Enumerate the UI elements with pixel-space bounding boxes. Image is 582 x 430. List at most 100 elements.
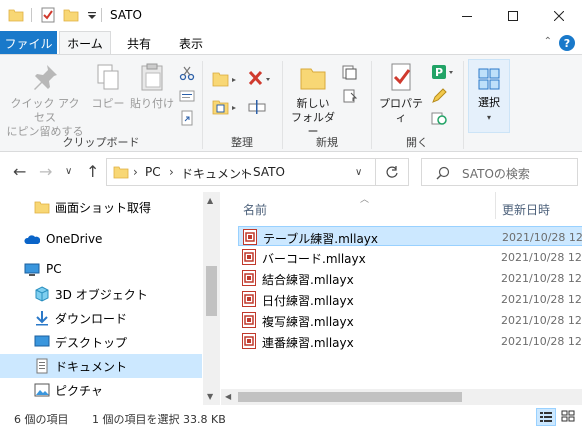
close-button[interactable] <box>536 0 582 31</box>
file-date: 2021/10/28 12:5 <box>502 231 582 244</box>
folder-icon <box>8 9 24 22</box>
new-folder-quick-icon[interactable] <box>63 7 79 23</box>
forward-arrow-icon[interactable]: → <box>39 162 52 181</box>
scroll-down-icon[interactable]: ▼ <box>207 392 213 401</box>
file-name: 複写練習.mllayx <box>262 315 354 329</box>
sidebar-item-downloads[interactable]: ダウンロード <box>0 306 202 330</box>
sidebar-scrollbar-thumb[interactable] <box>206 266 217 316</box>
tab-file[interactable]: ファイル <box>0 31 57 55</box>
status-bar: 6 個の項目 1 個の項目を選択 33.8 KB <box>0 405 582 430</box>
new-item-icon <box>342 65 357 80</box>
large-icons-view-icon <box>561 410 575 422</box>
file-row[interactable]: 日付練習.mllayx 2021/10/28 12:5 <box>238 289 582 309</box>
column-header-date[interactable]: 更新日時 <box>502 201 550 218</box>
svg-text:P: P <box>435 66 443 79</box>
open-button[interactable]: P <box>428 63 458 83</box>
maximize-button[interactable] <box>490 0 536 31</box>
properties-button[interactable]: プロパティ <box>375 61 427 125</box>
file-row[interactable]: バーコード.mllayx 2021/10/28 12:5 <box>238 247 582 267</box>
pin-quick-access-button[interactable]: クイック アクセス にピン留めする <box>6 61 84 139</box>
sidebar-item-label: ドキュメント <box>55 360 128 374</box>
window-title: SATO <box>110 8 142 22</box>
edit-button[interactable] <box>428 86 450 106</box>
file-row[interactable]: テーブル練習.mllayx 2021/10/28 12:5 <box>238 226 582 246</box>
pin-icon <box>34 65 57 90</box>
properties-quick-icon[interactable] <box>40 7 56 23</box>
maximize-icon <box>508 10 518 21</box>
history-button[interactable] <box>428 108 450 128</box>
details-view-button[interactable] <box>536 408 556 426</box>
pc-icon <box>24 263 40 276</box>
paste-shortcut-button[interactable] <box>176 108 198 128</box>
cut-button[interactable] <box>176 63 198 83</box>
navigation-pane: 画面ショット取得 OneDrive PC 3D オブジェクト ダウンロード デス… <box>0 192 219 405</box>
new-item-button[interactable] <box>340 63 362 83</box>
sidebar-item-label: ダウンロード <box>55 312 128 326</box>
sidebar-item-3d-objects[interactable]: 3D オブジェクト <box>0 282 202 306</box>
pictures-icon <box>34 383 50 397</box>
file-row[interactable]: 結合練習.mllayx 2021/10/28 12:5 <box>238 268 582 288</box>
search-box[interactable]: SATOの検索 <box>421 158 578 186</box>
up-arrow-icon[interactable]: ↑ <box>86 162 99 181</box>
sidebar-item-label: OneDrive <box>46 232 103 246</box>
address-bar[interactable]: › PC › ドキュメント › SATO ∨ <box>106 158 409 186</box>
help-button[interactable]: ? <box>559 35 575 51</box>
quick-access-dropdown-icon[interactable] <box>84 7 100 23</box>
tab-view[interactable]: 表示 <box>167 31 215 55</box>
breadcrumb-separator-icon[interactable]: › <box>241 165 246 179</box>
ribbon-collapse-icon[interactable]: ⌃ <box>544 36 552 47</box>
paste-icon <box>141 63 163 91</box>
breadcrumb-separator-icon[interactable]: › <box>133 165 138 179</box>
minimize-icon <box>462 15 472 17</box>
address-dropdown-icon[interactable]: ∨ <box>355 167 362 178</box>
desktop-icon <box>34 335 50 347</box>
paste-button[interactable]: 貼り付け <box>129 61 175 111</box>
refresh-icon[interactable] <box>385 165 399 179</box>
breadcrumb-separator-icon[interactable]: › <box>169 165 174 179</box>
file-row[interactable]: 複写練習.mllayx 2021/10/28 12:5 <box>238 310 582 330</box>
tab-share[interactable]: 共有 <box>115 31 163 55</box>
search-input[interactable]: SATOの検索 <box>462 165 530 182</box>
scroll-left-icon[interactable]: ◀ <box>225 392 231 401</box>
sidebar-item-label: デスクトップ <box>55 336 128 350</box>
sidebar-item-onedrive[interactable]: OneDrive <box>0 228 202 252</box>
easy-access-button[interactable] <box>340 86 362 106</box>
copy-button[interactable]: コピー <box>88 61 128 111</box>
back-arrow-icon[interactable]: ← <box>13 162 26 181</box>
rename-button[interactable] <box>245 97 275 117</box>
scroll-up-icon[interactable]: ▲ <box>207 196 213 205</box>
sidebar-item-desktop[interactable]: デスクトップ <box>0 330 202 354</box>
sidebar-item-pictures[interactable]: ピクチャ <box>0 378 202 402</box>
tab-home[interactable]: ホーム <box>59 31 111 55</box>
large-icons-view-button[interactable] <box>559 408 579 426</box>
sidebar-item-label: PC <box>46 262 62 276</box>
new-folder-button[interactable]: 新しい フォルダー <box>287 61 339 139</box>
copy-to-button[interactable] <box>210 97 240 117</box>
file-list-horizontal-scrollbar[interactable]: ◀ <box>221 389 582 405</box>
delete-button[interactable] <box>245 69 275 89</box>
sidebar-scrollbar[interactable]: ▲ ▼ <box>203 192 220 405</box>
sidebar-item-documents[interactable]: ドキュメント <box>0 354 202 378</box>
delete-x-icon <box>248 70 270 86</box>
breadcrumb-pc[interactable]: PC <box>145 165 161 179</box>
file-row[interactable]: 連番練習.mllayx 2021/10/28 12:5 <box>238 331 582 351</box>
mllayx-file-icon <box>242 249 256 265</box>
select-button[interactable]: 選択 ▾ <box>468 59 510 133</box>
column-header-name[interactable]: 名前 <box>243 201 267 218</box>
minimize-button[interactable] <box>444 0 490 31</box>
column-separator[interactable] <box>495 192 496 219</box>
horizontal-scrollbar-thumb[interactable] <box>238 392 462 402</box>
select-grid-icon <box>478 68 500 90</box>
onedrive-icon <box>24 235 40 244</box>
easy-access-icon <box>343 89 358 103</box>
recent-locations-icon[interactable]: ∨ <box>65 166 72 177</box>
scissors-icon <box>179 66 195 81</box>
mllayx-file-icon <box>243 229 257 245</box>
sidebar-item-pc[interactable]: PC <box>0 258 202 282</box>
file-name: テーブル練習.mllayx <box>263 232 379 246</box>
breadcrumb-sato[interactable]: SATO <box>253 165 285 179</box>
move-to-button[interactable] <box>210 69 240 89</box>
copy-path-button[interactable] <box>176 86 198 106</box>
file-list: ︿ 名前 更新日時 テーブル練習.mllayx 2021/10/28 12:5 … <box>221 192 582 405</box>
sidebar-item-screenshot-folder[interactable]: 画面ショット取得 <box>0 195 202 219</box>
